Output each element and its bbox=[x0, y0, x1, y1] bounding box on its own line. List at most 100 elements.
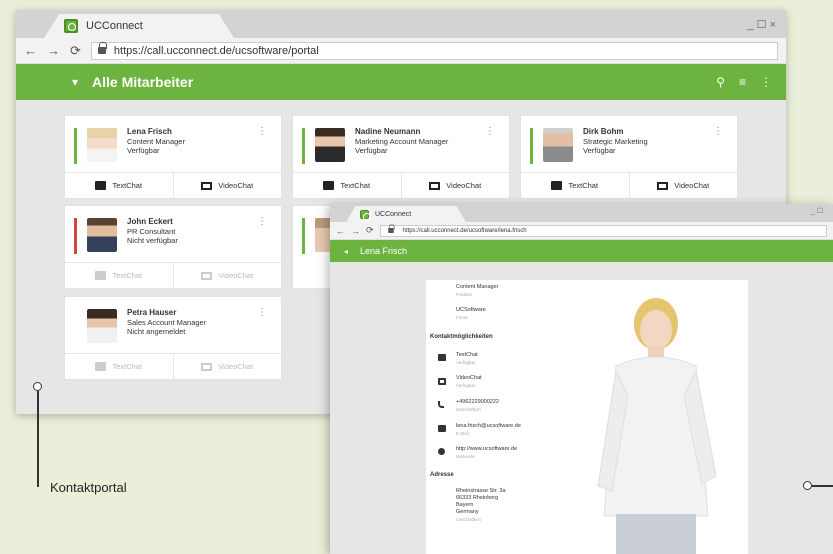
company-value: UCSoftware bbox=[456, 307, 486, 313]
contact-name[interactable]: Lena Frisch bbox=[127, 127, 185, 137]
videochat-label: VideoChat bbox=[218, 181, 254, 190]
videochat-label: VideoChat bbox=[218, 271, 254, 280]
forward-arrow-icon[interactable]: → bbox=[47, 43, 60, 58]
browser-tab[interactable]: UCConnect bbox=[346, 206, 466, 222]
callout-line bbox=[37, 391, 39, 487]
ucconnect-logo-icon bbox=[360, 209, 371, 221]
contact-name[interactable]: Nadine Neumann bbox=[355, 127, 448, 137]
contact-role: Sales Account Manager bbox=[127, 317, 207, 327]
chat-icon bbox=[438, 354, 446, 361]
chat-icon bbox=[95, 181, 107, 190]
contact-role: Content Manager bbox=[127, 136, 185, 146]
contact-name[interactable]: Dirk Bohm bbox=[583, 127, 648, 137]
tab-title: UCConnect bbox=[375, 210, 412, 218]
textchat-label: TextChat bbox=[112, 362, 143, 371]
window-controls[interactable]: _ ☐ bbox=[811, 207, 823, 215]
option-label: Verfügbar bbox=[456, 383, 476, 388]
detail-title: Lena Frisch bbox=[360, 246, 408, 256]
position-label: Position bbox=[456, 292, 473, 297]
back-icon[interactable]: ◂ bbox=[344, 247, 348, 256]
videochat-button[interactable]: VideoChat bbox=[400, 173, 510, 198]
url-field[interactable]: https://call.ucconnect.de/ucsoftware/por… bbox=[90, 41, 778, 60]
address-block: Rheinstrasse Str. 3a 66333 Rheinberg Bay… bbox=[456, 488, 506, 523]
videochat-label: VideoChat bbox=[674, 181, 710, 190]
avatar bbox=[543, 128, 573, 162]
window-controls[interactable]: _ ☐ × bbox=[747, 18, 776, 31]
reload-icon[interactable]: ⟳ bbox=[70, 43, 81, 59]
card-menu-icon[interactable]: ⋮ bbox=[485, 126, 495, 137]
company-label: Firma bbox=[456, 315, 468, 320]
textchat-button[interactable]: TextChat bbox=[65, 173, 173, 198]
option-label: E-Mail bbox=[456, 431, 469, 436]
contact-status: Nicht angemeldet bbox=[127, 327, 186, 336]
contact-card: Lena Frisch Content Manager Verfügbar ⋮ … bbox=[64, 115, 282, 199]
option-value: VideoChat bbox=[456, 375, 482, 381]
back-arrow-icon[interactable]: ← bbox=[24, 43, 37, 58]
contact-role: Strategic Marketing bbox=[583, 136, 648, 146]
contact-option-textchat[interactable]: TextChat Verfügbar bbox=[456, 352, 478, 366]
company-field: UCSoftware Firma bbox=[456, 307, 486, 321]
textchat-button[interactable]: TextChat bbox=[521, 173, 629, 198]
avatar bbox=[87, 309, 117, 343]
textchat-label: TextChat bbox=[568, 181, 599, 190]
video-icon bbox=[201, 271, 213, 280]
profile-photo bbox=[597, 298, 717, 554]
lock-icon bbox=[97, 42, 107, 54]
address-line: Germany bbox=[456, 509, 479, 515]
card-menu-icon[interactable]: ⋮ bbox=[257, 307, 267, 318]
forward-arrow-icon[interactable]: → bbox=[351, 226, 360, 236]
contact-name[interactable]: John Eckert bbox=[127, 217, 178, 227]
option-label: Webseite bbox=[456, 454, 475, 459]
video-icon bbox=[438, 378, 446, 385]
videochat-button: VideoChat bbox=[172, 354, 282, 379]
card-menu-icon[interactable]: ⋮ bbox=[257, 216, 267, 227]
filter-icon[interactable]: ≡ bbox=[739, 75, 746, 89]
back-arrow-icon[interactable]: ← bbox=[336, 226, 345, 236]
status-stripe bbox=[302, 218, 305, 254]
option-value: TextChat bbox=[456, 352, 478, 358]
videochat-button[interactable]: VideoChat bbox=[628, 173, 738, 198]
videochat-label: VideoChat bbox=[218, 362, 254, 371]
textchat-button[interactable]: TextChat bbox=[293, 173, 401, 198]
videochat-label: VideoChat bbox=[446, 181, 482, 190]
page-title: Alle Mitarbeiter bbox=[92, 74, 194, 90]
card-menu-icon[interactable]: ⋮ bbox=[713, 126, 723, 137]
videochat-button[interactable]: VideoChat bbox=[172, 173, 282, 198]
video-icon bbox=[201, 181, 213, 190]
lock-icon bbox=[387, 224, 395, 233]
search-icon[interactable]: ⚲ bbox=[716, 75, 725, 89]
url-text: https://call.ucconnect.de/ucsoftware/len… bbox=[402, 227, 527, 234]
dropdown-icon[interactable]: ▾ bbox=[72, 75, 78, 89]
contact-role: Marketing Account Manager bbox=[355, 136, 449, 146]
option-value: +4962229000222 bbox=[456, 399, 499, 405]
contact-option-phone[interactable]: +4962229000222 Geschäftlich bbox=[456, 399, 499, 413]
textchat-button: TextChat bbox=[65, 263, 173, 288]
browser-tab[interactable]: UCConnect bbox=[44, 14, 234, 38]
reload-icon[interactable]: ⟳ bbox=[366, 225, 374, 236]
chat-icon bbox=[323, 181, 335, 190]
contact-option-videochat[interactable]: VideoChat Verfügbar bbox=[456, 375, 482, 389]
video-icon bbox=[657, 181, 669, 190]
option-label: Verfügbar bbox=[456, 360, 476, 365]
contact-name[interactable]: Petra Hauser bbox=[127, 308, 206, 318]
textchat-label: TextChat bbox=[112, 271, 143, 280]
web-icon bbox=[438, 448, 445, 455]
url-field[interactable]: https://call.ucconnect.de/ucsoftware/len… bbox=[379, 224, 827, 237]
option-value: http://www.ucsoftware.de bbox=[456, 446, 518, 452]
tab-title: UCConnect bbox=[86, 20, 143, 32]
video-icon bbox=[429, 181, 441, 190]
tab-bar: UCConnect _ ☐ × bbox=[16, 10, 786, 38]
profile-panel: Content Manager Position UCSoftware Firm… bbox=[426, 280, 748, 554]
card-menu-icon[interactable]: ⋮ bbox=[257, 126, 267, 137]
more-menu-icon[interactable]: ⋮ bbox=[760, 75, 772, 89]
contact-role: PR Consultant bbox=[127, 226, 176, 236]
address-line: 66333 Rheinberg bbox=[456, 495, 499, 501]
address-heading: Adresse bbox=[430, 472, 454, 478]
contact-card: Nadine Neumann Marketing Account Manager… bbox=[292, 115, 510, 199]
avatar bbox=[87, 128, 117, 162]
chat-icon bbox=[551, 181, 563, 190]
textchat-label: TextChat bbox=[340, 181, 371, 190]
contact-option-email[interactable]: lena.frisch@ucsoftware.de E-Mail bbox=[456, 423, 521, 437]
contact-option-website[interactable]: http://www.ucsoftware.de Webseite bbox=[456, 446, 517, 460]
callout-line-right bbox=[812, 485, 833, 487]
